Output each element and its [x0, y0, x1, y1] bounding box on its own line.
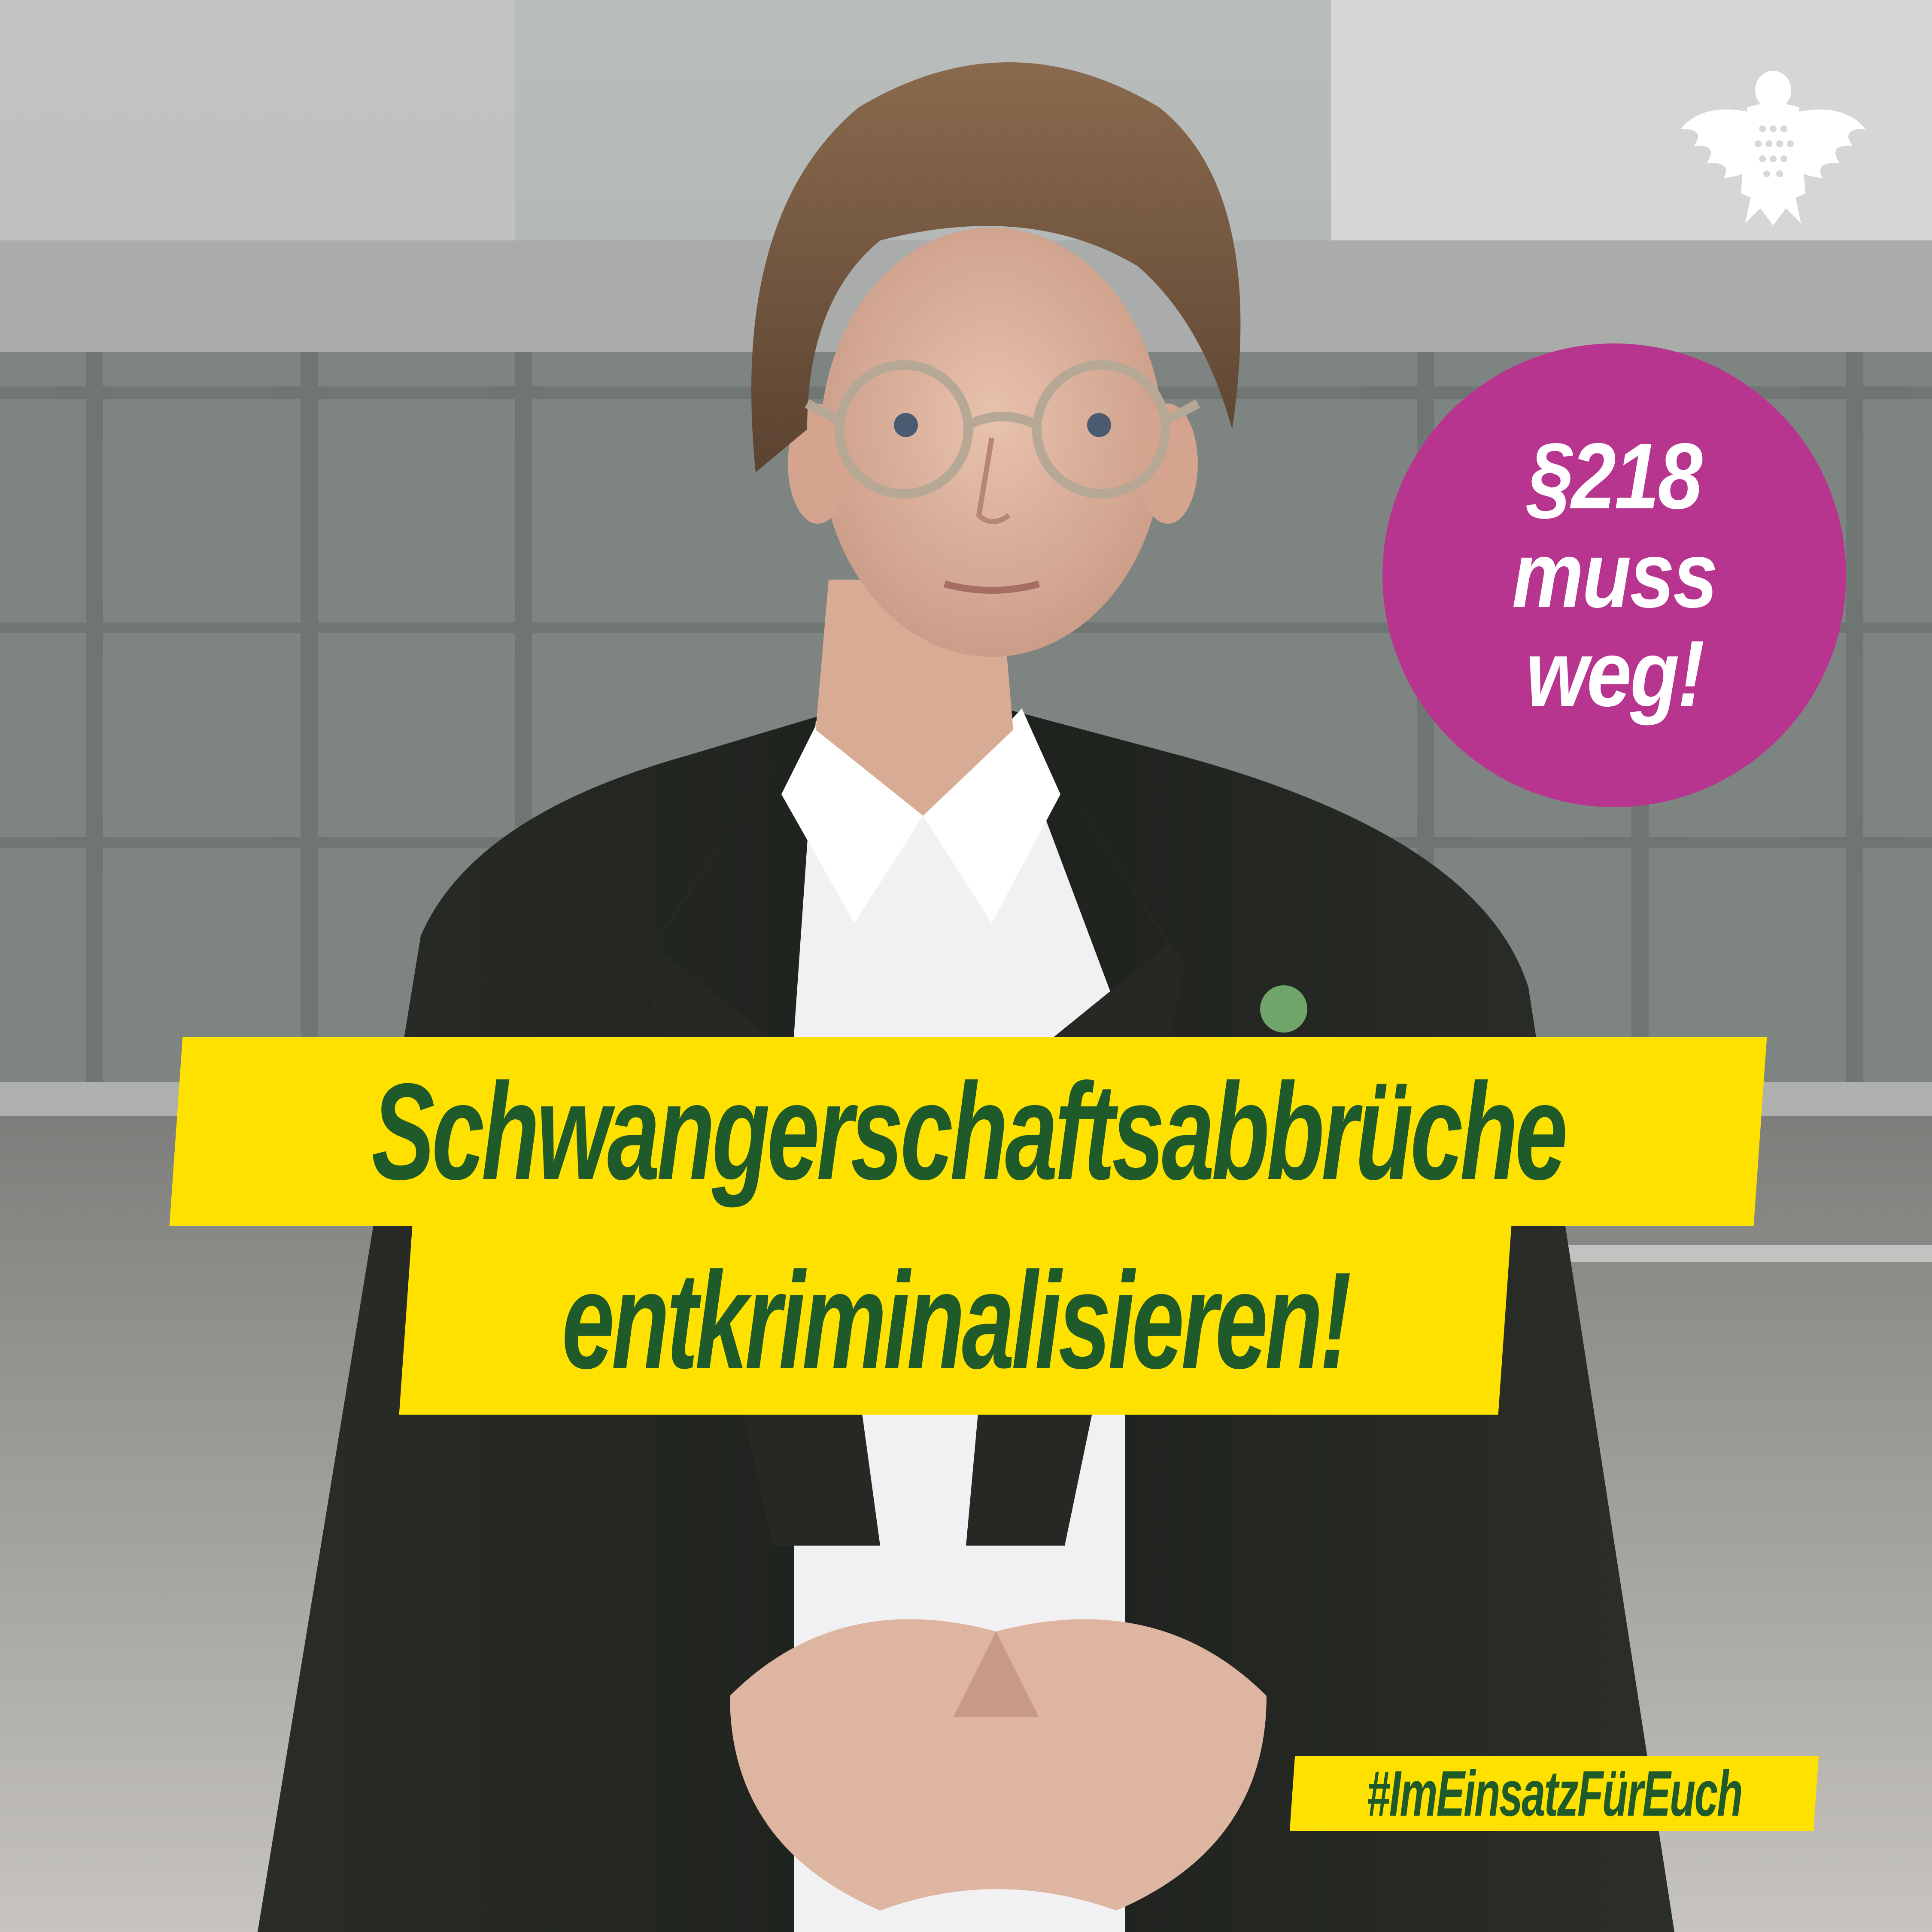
background-photo [0, 0, 1932, 1932]
headline-line-2: entkriminalisieren! [562, 1243, 1352, 1397]
bundestag-eagle-icon [1677, 64, 1870, 228]
headline-banner-line-2: entkriminalisieren! [399, 1226, 1512, 1415]
hashtag-text: #ImEinsatzFürEuch [1367, 1757, 1743, 1829]
headline-banner-line-1: Schwangerschaftsabbrüche [169, 1037, 1767, 1226]
badge-line-2: muss [1512, 523, 1718, 627]
paragraph-218-badge: §218 muss weg! [1382, 343, 1846, 807]
badge-line-3: weg! [1525, 622, 1704, 726]
hashtag-banner: #ImEinsatzFürEuch [1289, 1756, 1819, 1831]
badge-line-1: §218 [1528, 424, 1702, 529]
headline-line-1: Schwangerschaftsabbrüche [371, 1054, 1567, 1208]
